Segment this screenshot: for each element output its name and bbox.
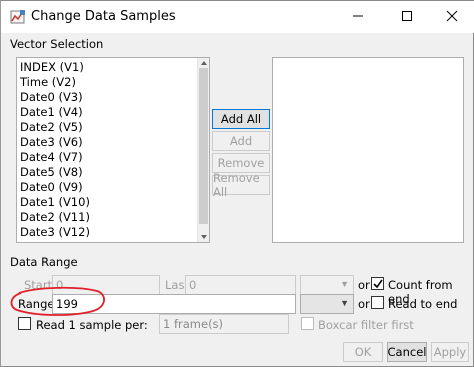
remove-button[interactable]: Remove [212,153,270,173]
dialog-window: Change Data Samples Vector Selection IND… [0,0,474,367]
read-to-end-checkbox[interactable] [371,296,384,309]
list-item[interactable]: Date2 (V11) [20,210,90,225]
read-one-sample-label: Read 1 sample per: [36,318,148,332]
remove-all-button[interactable]: Remove All [212,171,270,199]
list-item[interactable]: Date0 (V3) [20,90,83,105]
data-range-label: Data Range [10,255,78,269]
close-icon [446,10,457,22]
chevron-down-icon: ▼ [340,279,349,289]
frames-field[interactable]: 1 frame(s) [159,314,289,334]
minimize-button[interactable] [335,1,380,31]
cancel-button[interactable]: Cancel [387,342,427,362]
scroll-up-icon[interactable] [200,60,208,66]
selected-vectors-list[interactable] [272,57,464,243]
list-item[interactable]: Date1 (V4) [20,105,83,120]
list-item[interactable]: INDEX (V1) [20,60,84,75]
window-title: Change Data Samples [31,9,176,24]
boxcar-label: Boxcar filter first [318,318,414,332]
list-item[interactable]: Date5 (V8) [20,165,83,180]
or-label: or [358,278,370,292]
title-bar[interactable]: Change Data Samples [1,1,474,33]
maximize-icon [401,11,412,21]
list-item[interactable]: Date3 (V12) [20,225,90,240]
list-item[interactable]: Time (V2) [20,75,76,90]
apply-button[interactable]: Apply [431,342,469,362]
list-item[interactable]: Date4 (V7) [20,150,83,165]
start-unit-dropdown[interactable]: ▼ [300,275,354,295]
list-item[interactable]: Date0 (V9) [20,180,83,195]
chevron-down-icon: ▼ [340,298,349,308]
scroll-thumb[interactable] [199,68,208,224]
minimize-icon [352,15,363,17]
add-button[interactable]: Add [212,131,270,151]
list-item[interactable]: Date2 (V5) [20,120,83,135]
or-label: or [358,297,370,311]
list-scrollbar[interactable] [197,58,209,242]
read-to-end-label: Read to end [388,297,458,311]
last-field[interactable]: 0 [185,275,296,295]
checkmark-icon [373,279,383,289]
app-icon [10,9,26,25]
ok-button[interactable]: OK [343,342,383,362]
add-all-button[interactable]: Add All [212,109,270,129]
vector-list[interactable]: INDEX (V1) Time (V2) Date0 (V3) Date1 (V… [16,57,210,243]
annotation-circle [10,286,105,316]
boxcar-checkbox[interactable] [301,317,314,330]
vector-selection-label: Vector Selection [10,37,104,51]
list-item[interactable]: Date1 (V10) [20,195,90,210]
read-one-sample-checkbox[interactable] [18,317,31,330]
scroll-down-icon[interactable] [200,234,208,240]
close-button[interactable] [429,1,474,31]
list-item[interactable]: Date3 (V6) [20,135,83,150]
range-unit-dropdown[interactable]: ▼ [300,294,354,314]
count-from-end-checkbox[interactable] [371,277,384,290]
maximize-button[interactable] [384,1,429,31]
